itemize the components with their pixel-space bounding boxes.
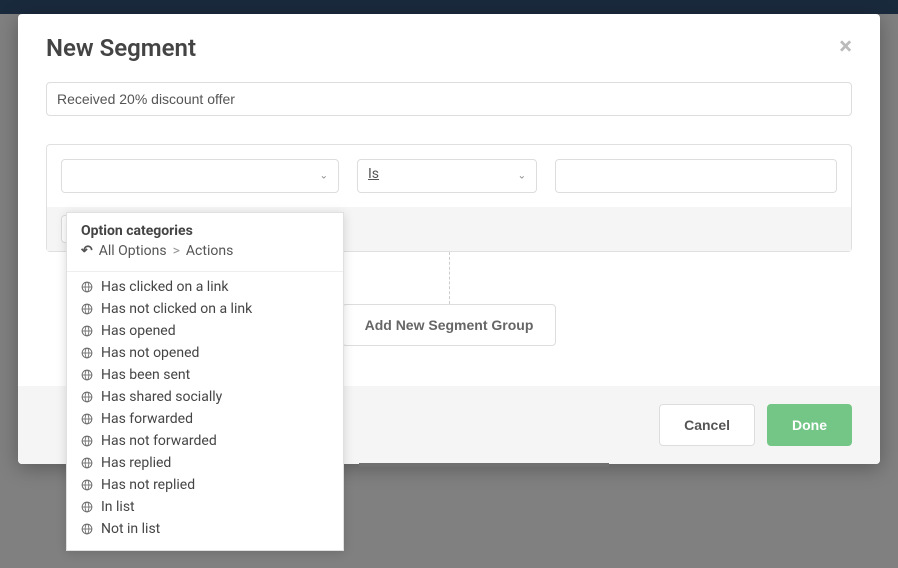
dropdown-header: Option categories ↶ All Options > Action…	[67, 213, 343, 263]
dropdown-option-label: Has not forwarded	[101, 433, 217, 449]
modal-title: New Segment	[46, 34, 196, 62]
dropdown-option-label: Has not opened	[101, 345, 199, 361]
dropdown-title: Option categories	[81, 223, 329, 239]
back-arrow-icon[interactable]: ↶	[81, 243, 93, 259]
dropdown-option-label: Not in list	[101, 521, 160, 537]
cancel-button[interactable]: Cancel	[659, 404, 755, 446]
dropdown-option[interactable]: Has opened	[67, 320, 343, 342]
operator-select[interactable]: Is ⌄	[357, 159, 537, 193]
dropdown-breadcrumb[interactable]: ↶ All Options > Actions	[81, 243, 329, 259]
dropdown-option[interactable]: Has not forwarded	[67, 430, 343, 452]
dropdown-option-label: Has forwarded	[101, 411, 193, 427]
operator-label: Is	[368, 166, 379, 182]
add-segment-group-button[interactable]: Add New Segment Group	[342, 304, 557, 346]
chevron-down-icon: ⌄	[320, 171, 328, 182]
dropdown-option[interactable]: Has forwarded	[67, 408, 343, 430]
field-select[interactable]: ⌄	[61, 159, 339, 193]
value-input[interactable]	[555, 159, 837, 193]
dropdown-option-label: Has shared socially	[101, 389, 222, 405]
globe-icon	[81, 479, 93, 491]
dropdown-option[interactable]: Not in list	[67, 518, 343, 540]
dropdown-option-label: Has opened	[101, 323, 176, 339]
app-topbar	[0, 0, 898, 14]
segment-condition-row: ⌄ Is ⌄	[47, 145, 851, 207]
dropdown-option[interactable]: Has clicked on a link	[67, 276, 343, 298]
dropdown-option-label: Has not replied	[101, 477, 195, 493]
connector-line	[449, 252, 450, 304]
segment-name-input[interactable]	[46, 82, 852, 116]
breadcrumb-separator: >	[173, 243, 180, 259]
dropdown-option[interactable]: Has replied	[67, 452, 343, 474]
globe-icon	[81, 435, 93, 447]
globe-icon	[81, 413, 93, 425]
dropdown-option-label: Has not clicked on a link	[101, 301, 252, 317]
dropdown-option[interactable]: Has not replied	[67, 474, 343, 496]
dropdown-option[interactable]: Has not clicked on a link	[67, 298, 343, 320]
globe-icon	[81, 303, 93, 315]
dropdown-option-list: Has clicked on a link Has not clicked on …	[67, 272, 343, 550]
globe-icon	[81, 501, 93, 513]
background-fragment	[359, 463, 609, 467]
done-button[interactable]: Done	[767, 404, 852, 446]
dropdown-option-label: Has been sent	[101, 367, 190, 383]
globe-icon	[81, 369, 93, 381]
dropdown-option-label: Has clicked on a link	[101, 279, 228, 295]
dropdown-option[interactable]: Has been sent	[67, 364, 343, 386]
globe-icon	[81, 391, 93, 403]
modal-header: New Segment ×	[18, 14, 880, 72]
field-dropdown-panel: Option categories ↶ All Options > Action…	[66, 212, 344, 551]
close-icon[interactable]: ×	[839, 34, 852, 58]
chevron-down-icon: ⌄	[518, 171, 526, 182]
dropdown-option[interactable]: In list	[67, 496, 343, 518]
dropdown-option-label: Has replied	[101, 455, 171, 471]
breadcrumb-current: Actions	[186, 243, 233, 259]
dropdown-option[interactable]: Has not opened	[67, 342, 343, 364]
dropdown-option[interactable]: Has shared socially	[67, 386, 343, 408]
globe-icon	[81, 281, 93, 293]
globe-icon	[81, 523, 93, 535]
dropdown-option-label: In list	[101, 499, 135, 515]
globe-icon	[81, 325, 93, 337]
breadcrumb-root[interactable]: All Options	[99, 243, 167, 259]
globe-icon	[81, 457, 93, 469]
globe-icon	[81, 347, 93, 359]
